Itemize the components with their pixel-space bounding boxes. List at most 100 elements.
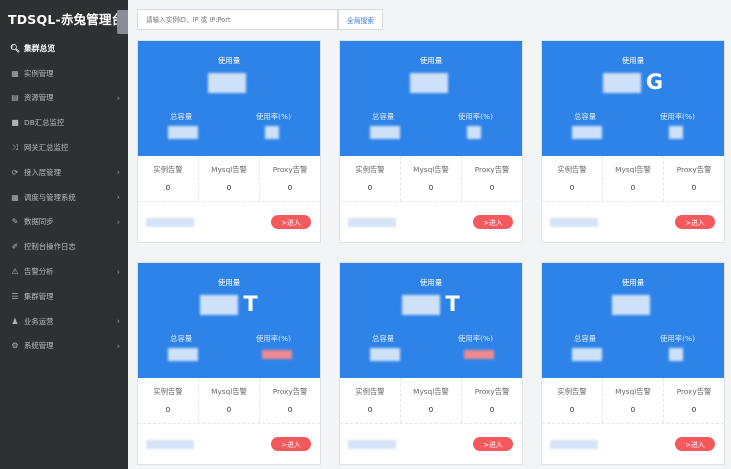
redacted-cluster-name (146, 440, 194, 449)
redacted-value (602, 73, 641, 93)
alarm-count: 0 (367, 183, 373, 192)
card-footer: >进入 (340, 424, 522, 464)
search-input[interactable] (137, 9, 338, 30)
sidebar-item-label: 集群总览 (24, 43, 56, 53)
cluster-card: 使用量 T 总容量 使用率(%) 实例告警 0 Mysql告警 0 Proxy告警 0 >进入 (137, 262, 321, 465)
alarm-label: Proxy告警 (272, 165, 308, 174)
alarm-label: 实例告警 (355, 387, 385, 396)
card-header: 使用量 总容量 使用率(%) (542, 263, 724, 378)
redacted-total-capacity (370, 126, 400, 139)
sidebar: TDSQL-赤兔管理台 🔍︎ 集群总览 ▦ 实例管理 ▤ 资源管理 › ■ DB汇总监控 ⤨ 网关汇… (0, 0, 128, 469)
search-icon: 🔍︎ (9, 43, 21, 53)
card-footer: >进入 (138, 424, 320, 464)
chevron-right-icon: › (116, 192, 120, 202)
alarm-label: Mysql告警 (211, 387, 247, 396)
total-capacity-label: 总容量 (372, 334, 395, 343)
alarm-cell: Proxy告警 0 (664, 378, 724, 423)
total-capacity-label: 总容量 (574, 112, 597, 121)
redacted-usage-rate (467, 126, 481, 139)
redacted-value (611, 295, 650, 315)
usage-label: 使用量 (621, 56, 645, 65)
alarm-label: Mysql告警 (615, 165, 651, 174)
alarm-cell: 实例告警 0 (138, 156, 199, 201)
alarm-row: 实例告警 0 Mysql告警 0 Proxy告警 0 (542, 156, 724, 202)
enter-button[interactable]: >进入 (473, 437, 513, 451)
card-footer: >进入 (542, 424, 724, 464)
enter-button[interactable]: >进入 (473, 215, 513, 229)
redacted-value (409, 73, 448, 93)
redacted-cluster-name (348, 440, 396, 449)
enter-button[interactable]: >进入 (271, 437, 311, 451)
sidebar-item-3[interactable]: ■ DB汇总监控 (0, 110, 128, 135)
alarm-label: Proxy告警 (474, 165, 510, 174)
sidebar-item-0[interactable]: 🔍︎ 集群总览 (0, 36, 128, 61)
usage-rate-label: 使用率(%) (660, 334, 695, 343)
sidebar-item-8[interactable]: ✐ 控制台操作日志 (0, 234, 128, 259)
sidebar-item-2[interactable]: ▤ 资源管理 › (0, 86, 128, 111)
card-header: 使用量 G 总容量 使用率(%) (542, 41, 724, 156)
alarm-cell: Proxy告警 0 (260, 156, 320, 201)
card-footer: >进入 (340, 202, 522, 242)
alarm-count: 0 (428, 183, 434, 192)
alarm-label: 实例告警 (557, 165, 587, 174)
sidebar-item-6[interactable]: ▦ 调度与管理系统 › (0, 185, 128, 210)
sidebar-item-5[interactable]: ⟳ 接入层管理 › (0, 160, 128, 185)
alarm-cell: Mysql告警 0 (603, 378, 664, 423)
usage-unit: T (243, 292, 258, 316)
chevron-right-icon: › (116, 217, 120, 227)
sidebar-item-10[interactable]: ☰ 集群管理 (0, 284, 128, 309)
grid-icon: ▦ (11, 68, 19, 78)
sidebar-item-label: DB汇总监控 (24, 118, 65, 128)
usage-value (340, 70, 522, 94)
usage-label: 使用量 (621, 278, 645, 287)
alarm-count: 0 (630, 183, 636, 192)
alarm-cell: Proxy告警 0 (664, 156, 724, 201)
usage-rate-label: 使用率(%) (660, 112, 695, 121)
shuffle-icon: ⤨ (11, 142, 19, 152)
global-search-button[interactable]: 全局搜索 (338, 9, 383, 30)
alarm-cell: Mysql告警 0 (199, 156, 260, 201)
sidebar-item-9[interactable]: ⚠ 告警分析 › (0, 259, 128, 284)
alarm-label: Proxy告警 (272, 387, 308, 396)
usage-unit: G (645, 70, 664, 94)
total-capacity-label: 总容量 (170, 112, 193, 121)
sidebar-item-12[interactable]: ⚙ 系统管理 › (0, 334, 128, 359)
alarm-label: Proxy告警 (474, 387, 510, 396)
sidebar-item-11[interactable]: ♟ 业务运营 › (0, 309, 128, 334)
alarm-count: 0 (691, 183, 697, 192)
enter-button[interactable]: >进入 (675, 437, 715, 451)
alarm-cell: 实例告警 0 (542, 378, 603, 423)
redacted-value (200, 295, 239, 315)
apps-icon: ▦ (11, 192, 19, 202)
card-header: 使用量 T 总容量 使用率(%) (138, 263, 320, 378)
chevron-right-icon: › (116, 341, 120, 351)
alarm-label: Mysql告警 (211, 165, 247, 174)
sidebar-item-1[interactable]: ▦ 实例管理 (0, 61, 128, 86)
sidebar-collapse-handle[interactable] (117, 10, 128, 34)
redacted-total-capacity (168, 348, 198, 361)
alarm-count: 0 (428, 405, 434, 414)
enter-button[interactable]: >进入 (271, 215, 311, 229)
enter-button[interactable]: >进入 (675, 215, 715, 229)
redacted-cluster-name (348, 218, 396, 227)
sidebar-item-7[interactable]: ✎ 数据同步 › (0, 210, 128, 235)
alarm-label: 实例告警 (153, 165, 183, 174)
sidebar-item-label: 调度与管理系统 (24, 192, 76, 202)
usage-unit: T (445, 292, 460, 316)
usage-label: 使用量 (217, 278, 241, 287)
alarm-label: Mysql告警 (413, 387, 449, 396)
alarm-cell: Mysql告警 0 (199, 378, 260, 423)
alarm-count: 0 (630, 405, 636, 414)
sidebar-item-4[interactable]: ⤨ 网关汇总监控 (0, 135, 128, 160)
total-capacity-label: 总容量 (372, 112, 395, 121)
cluster-card: 使用量 总容量 使用率(%) 实例告警 0 Mysql告警 0 Proxy告警 0 >进入 (541, 262, 725, 465)
sidebar-item-label: 网关汇总监控 (24, 143, 69, 153)
card-footer: >进入 (138, 202, 320, 242)
chevron-right-icon: › (116, 316, 120, 326)
sidebar-item-label: 系统管理 (24, 341, 54, 351)
redacted-usage-rate (669, 126, 683, 139)
alarm-row: 实例告警 0 Mysql告警 0 Proxy告警 0 (138, 378, 320, 424)
usage-label: 使用量 (419, 56, 443, 65)
usage-rate-label: 使用率(%) (256, 334, 291, 343)
alarm-cell: Mysql告警 0 (401, 156, 462, 201)
